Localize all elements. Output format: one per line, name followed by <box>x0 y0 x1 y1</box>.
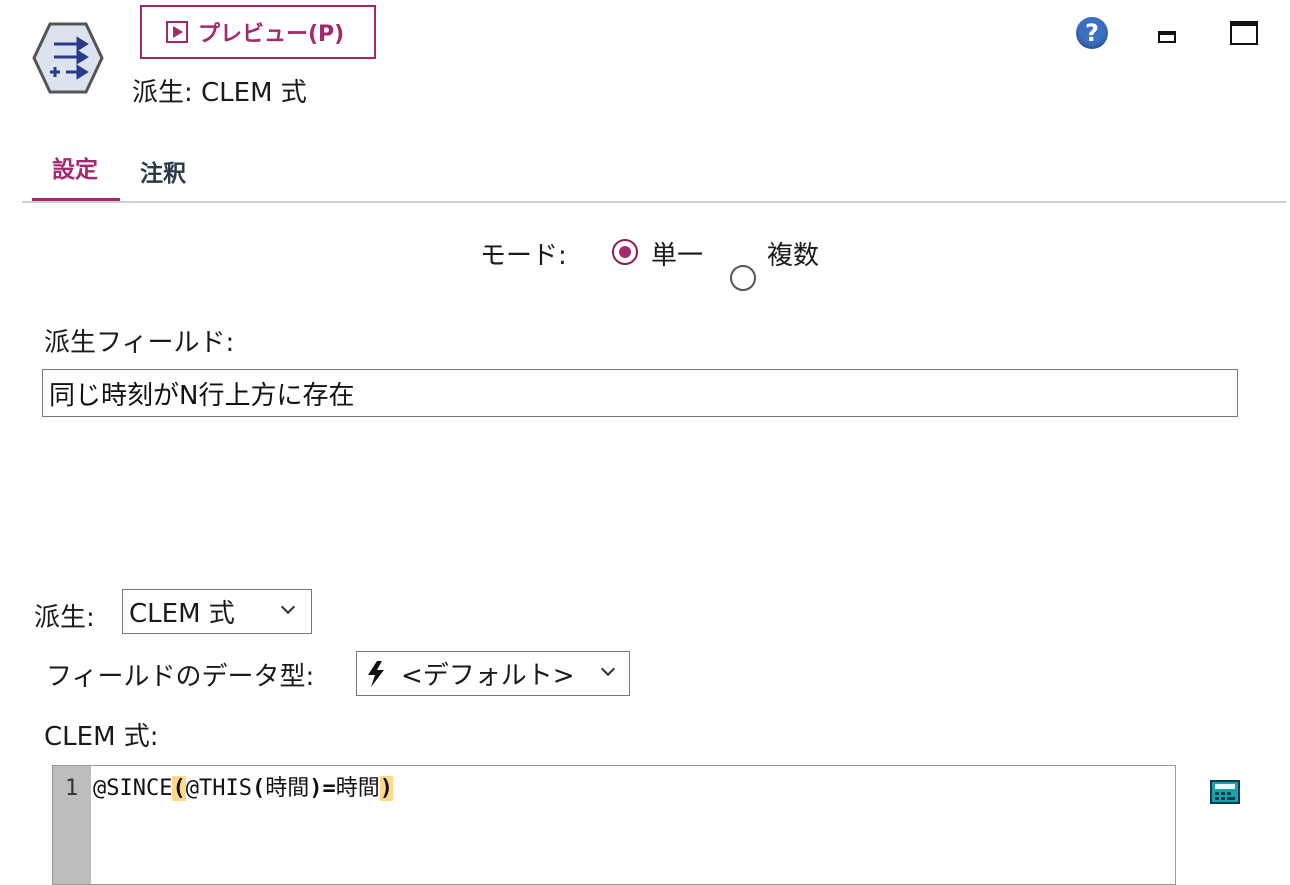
field-type-select[interactable]: <デフォルト> <box>356 651 630 696</box>
preview-button[interactable]: プレビュー(P) <box>140 5 376 59</box>
mode-single-radio[interactable] <box>612 239 638 265</box>
mode-label: モード: <box>480 241 567 271</box>
code-token: ( <box>251 776 266 801</box>
mode-single-label: 単一 <box>651 241 704 271</box>
calculator-icon[interactable] <box>1210 780 1240 804</box>
tab-settings[interactable]: 設定 <box>32 150 120 202</box>
code-token: 時間 <box>335 776 380 801</box>
tab-divider <box>22 201 1286 203</box>
derive-label: 派生: <box>34 603 95 633</box>
help-icon[interactable]: ? <box>1076 17 1108 49</box>
code-token-paren-open: ( <box>172 776 186 801</box>
clem-expression-editor[interactable]: 1 @SINCE(@THIS(時間)=時間) <box>52 765 1176 885</box>
code-token-paren-close: ) <box>379 776 393 801</box>
chevron-down-icon <box>600 661 616 677</box>
chevron-down-icon <box>280 599 296 615</box>
clem-code-line: @SINCE(@THIS(時間)=時間) <box>93 770 393 802</box>
derived-field-input[interactable] <box>42 369 1238 417</box>
derive-node-icon <box>32 22 104 94</box>
code-token: @SINCE <box>93 776 173 801</box>
code-token: 時間 <box>265 776 310 801</box>
play-icon <box>166 21 188 43</box>
tab-annotations[interactable]: 注釈 <box>140 150 208 202</box>
preview-label: プレビュー(P) <box>198 22 345 47</box>
lightning-icon <box>368 660 384 687</box>
maximize-icon[interactable] <box>1230 21 1258 45</box>
code-token: = <box>322 776 336 801</box>
derived-field-label: 派生フィールド: <box>44 328 235 358</box>
derive-select-value: CLEM 式 <box>129 599 235 629</box>
field-type-value: <デフォルト> <box>401 661 575 691</box>
mode-multiple-radio[interactable] <box>730 265 756 291</box>
derive-select[interactable]: CLEM 式 <box>122 589 312 634</box>
code-token: ) <box>309 776 323 801</box>
mode-multiple-label: 複数 <box>767 241 820 271</box>
minimize-icon[interactable] <box>1158 31 1176 43</box>
field-type-label: フィールドのデータ型: <box>46 662 315 692</box>
code-token: @THIS <box>185 776 252 801</box>
clem-expression-label: CLEM 式: <box>44 722 159 752</box>
node-title: 派生: CLEM 式 <box>132 78 307 108</box>
line-number: 1 <box>65 776 79 801</box>
